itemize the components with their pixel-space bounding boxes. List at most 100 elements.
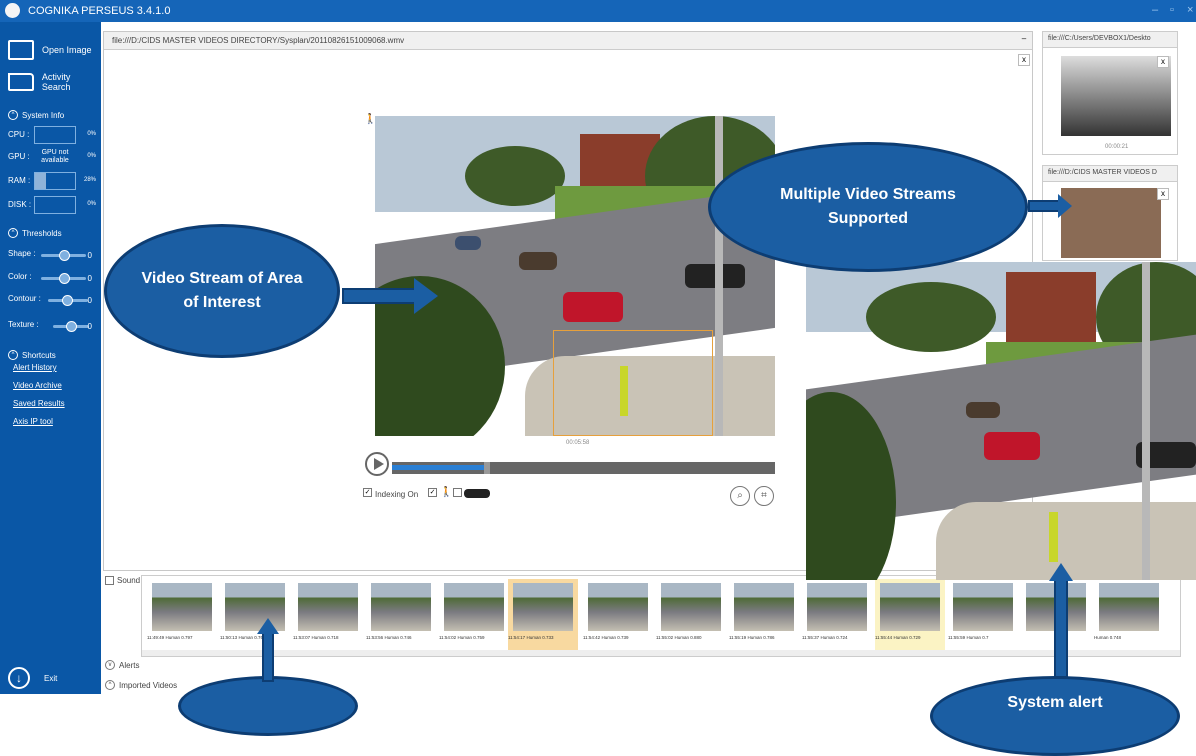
alert-history-link[interactable]: Alert History [13,363,57,372]
person-filter-icon: 🚶 [440,487,453,498]
color-value: 0 [87,274,92,283]
sound-checkbox[interactable] [105,576,114,585]
video-path-bar: file:///D:/CIDS MASTER VIDEOS DIRECTORY/… [104,32,1032,50]
enlarged-alert-image [806,262,1196,580]
contour-slider-knob[interactable] [62,295,73,306]
callout-system-alert-text: System alert [1007,694,1103,711]
car [455,236,481,250]
app-logo-icon [5,3,20,18]
alert-thumbnail[interactable]: 11:55:59 Human 0.7 [948,579,1018,651]
side-video-path-1: file:///C:/Users/DEVBOX1/Deskto [1043,32,1177,48]
alert-thumbnail[interactable]: 11:53:07 Human 0.718 [293,579,363,651]
callout-arrow [1054,578,1068,678]
sound-label: Sound [117,576,141,585]
thumbnail-label: 11:53:56 Human 0.746 [366,635,412,640]
gpu-label: GPU : [8,152,30,161]
alert-thumbnail[interactable]: 11:50:13 Human 0.762 [220,579,290,651]
minimize-icon[interactable]: – [1152,4,1158,16]
sound-toggle[interactable]: Sound [105,576,140,585]
maximize-icon[interactable]: ▫ [1170,4,1174,16]
seek-bar[interactable] [392,462,775,474]
callout-arrow [262,632,274,682]
texture-slider-row[interactable]: Texture : 0 [8,320,96,332]
color-slider-row[interactable]: Color : 0 [8,272,96,284]
indexing-checkbox[interactable]: ✓ [363,488,372,497]
side-video-frame-2 [1061,188,1161,258]
side-video-panel-1[interactable]: file:///C:/Users/DEVBOX1/Deskto x 00:00:… [1042,31,1178,155]
system-info-title: System Info [22,110,65,120]
close-side-video-2-button[interactable]: x [1157,188,1169,200]
thumbnail-label: Human 0.748 [1094,635,1122,640]
indexing-label: Indexing On [375,490,419,499]
close-panel-button[interactable]: x [1018,54,1030,66]
thumbnail-image [807,583,867,631]
play-button[interactable] [365,452,389,476]
arrow-head [1049,563,1073,581]
color-slider-knob[interactable] [59,273,70,284]
alerts-accordion[interactable]: v Alerts [105,660,139,670]
system-info-header[interactable]: ^ System Info [8,110,64,120]
alert-thumbnail[interactable]: 11:49:49 Human 0.797 [147,579,217,651]
thumbnail-label: 11:55:19 Human 0.786 [729,635,775,640]
thumbnail-label: 11:55:02 Human 0.880 [656,635,702,640]
pedestrian [1049,512,1058,562]
shape-slider-row[interactable]: Shape : 0 [8,249,96,261]
alert-thumbnail-selected[interactable]: 11:54:17 Human 0.733 [508,579,578,651]
imported-videos-accordion[interactable]: ^ Imported Videos [105,680,177,690]
video-archive-link[interactable]: Video Archive [13,381,62,390]
open-image-button[interactable]: Open Image [8,40,92,60]
collapse-icon: ^ [8,228,18,238]
person-filter-checkbox[interactable]: ✓ [428,488,437,497]
thumbnail-image [1099,583,1159,631]
alert-thumbnail[interactable]: 11:55:37 Human 0.724 [802,579,872,651]
alert-thumbnail[interactable]: 11:54:02 Human 0.759 [439,579,509,651]
alert-thumbnail[interactable]: 11:55:02 Human 0.880 [656,579,726,651]
thumbnail-image [953,583,1013,631]
texture-slider-knob[interactable] [66,321,77,332]
trees [465,146,565,206]
horizontal-scrollbar[interactable] [142,650,1180,656]
shortcuts-header[interactable]: ^ Shortcuts [8,350,56,360]
thumbnail-image [298,583,358,631]
thumbnail-label: 11:54:17 Human 0.733 [508,635,554,640]
video-frame [375,116,775,436]
axis-ip-tool-link[interactable]: Axis IP tool [13,417,53,426]
alert-thumbnail[interactable]: 11:53:56 Human 0.746 [366,579,436,651]
detection-box [553,330,713,436]
alert-thumbnail[interactable]: 11:55:19 Human 0.786 [729,579,799,651]
collapse-icon: ^ [105,680,115,690]
disk-label: DISK : [8,200,32,209]
crop-icon[interactable]: ⌗ [754,486,774,506]
shape-label: Shape : [8,249,36,258]
seek-thumb[interactable] [483,462,490,474]
thermal-video-frame [1061,56,1171,136]
alert-thumbnail[interactable]: 11:54:42 Human 0.739 [583,579,653,651]
exit-icon: ↓ [8,667,30,689]
close-icon[interactable]: × [1187,4,1193,16]
close-side-video-1-button[interactable]: x [1157,56,1169,68]
cpu-bar [34,126,76,144]
saved-results-link[interactable]: Saved Results [13,399,65,408]
activity-search-button[interactable]: Activity Search [8,72,101,92]
thumbnail-label: 11:55:44 Human 0.729 [875,635,921,640]
collapse-icon: ^ [8,350,18,360]
thumbnail-image [880,583,940,631]
ram-value: 28% [83,177,96,183]
alert-thumbnail-strip[interactable]: 11:49:49 Human 0.797 11:50:13 Human 0.76… [141,575,1181,657]
imported-videos-label: Imported Videos [119,680,178,690]
thumbnail-image [513,583,573,631]
contour-slider-row[interactable]: Contour : 0 [8,294,96,306]
alert-thumbnail-highlighted[interactable]: 11:55:44 Human 0.729 [875,579,945,651]
sidebar: Open Image Activity Search ^ System Info… [0,22,101,694]
search-icon[interactable]: ⌕ [730,486,750,506]
shape-slider-knob[interactable] [59,250,70,261]
minimize-panel-button[interactable]: – [1018,34,1030,46]
gpu-value: 0% [87,153,96,159]
alert-thumbnail[interactable]: Human 0.748 [1094,579,1164,651]
thresholds-header[interactable]: ^ Thresholds [8,228,62,238]
exit-button[interactable]: ↓ Exit [8,667,57,689]
vehicle-filter-checkbox[interactable] [453,488,462,497]
thresholds-title: Thresholds [22,228,62,238]
cpu-row: CPU : 0% [8,126,96,144]
callout-video-stream-text: Video Stream of Area of Interest [141,270,303,311]
